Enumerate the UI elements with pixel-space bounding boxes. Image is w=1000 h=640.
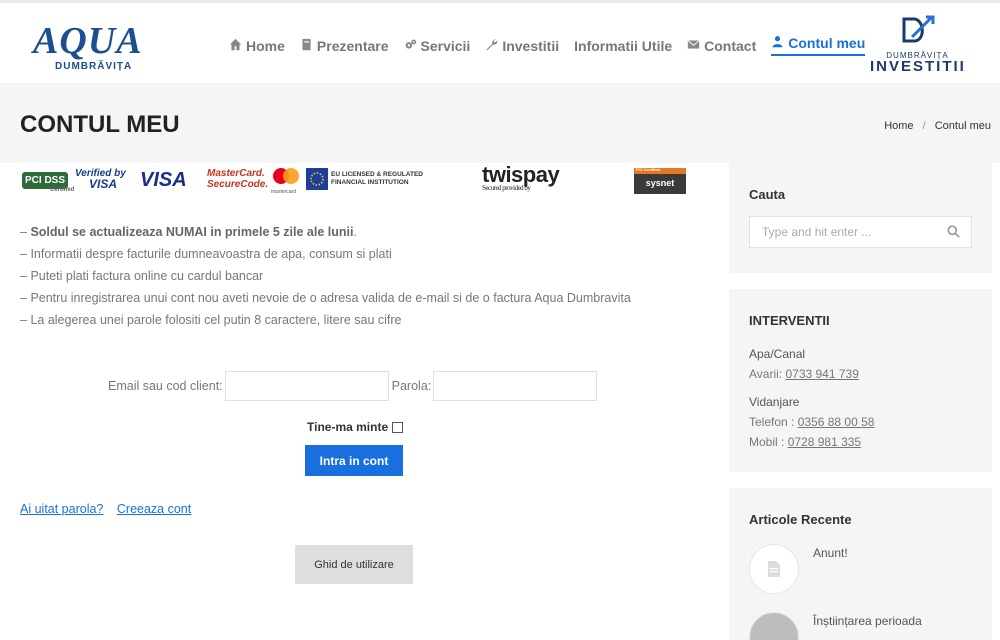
info-item: – Informatii despre facturile dumneavoas… bbox=[20, 247, 392, 261]
payment-logos: PCI DSS Certified Verified by VISA VISA … bbox=[20, 162, 690, 196]
article-title[interactable]: Înștiințarea perioada bbox=[813, 612, 922, 640]
main-content: PCI DSS Certified Verified by VISA VISA … bbox=[0, 162, 720, 640]
search-icon[interactable] bbox=[947, 225, 960, 238]
account-links: Ai uitat parola? Creeaza cont bbox=[20, 502, 201, 516]
nav-item-informatii-utile[interactable]: Informatii Utile bbox=[574, 35, 672, 56]
sysnet-logo: PCI Certified sysnet bbox=[634, 167, 686, 194]
password-field[interactable] bbox=[433, 371, 598, 401]
article-thumbnail bbox=[749, 612, 799, 640]
search-widget: Cauta Type and hit enter ... bbox=[729, 163, 992, 273]
nav-item-investitii[interactable]: Investitii bbox=[485, 35, 559, 56]
info-item: – Pentru inregistrarea unui cont nou ave… bbox=[20, 291, 631, 305]
avarii-line: Avarii: 0733 941 739 bbox=[749, 367, 859, 381]
nav-label: Contact bbox=[704, 37, 757, 54]
nav-item-servicii[interactable]: Servicii bbox=[404, 35, 471, 56]
document-icon bbox=[749, 544, 799, 594]
remember-label: Tine-ma minte bbox=[307, 420, 389, 434]
mobil-phone-link[interactable]: 0728 981 335 bbox=[788, 435, 861, 449]
page-title: CONTUL MEU bbox=[20, 111, 180, 138]
cogs-icon bbox=[404, 38, 417, 54]
eu-licensed-logo: EU LICENSED & REGULATED FINANCIAL INSTIT… bbox=[306, 168, 423, 190]
logo-subtext: DUMBRĂVIȚA bbox=[55, 61, 133, 72]
mastercard-securecode-logo: MasterCard. SecureCode. bbox=[207, 168, 269, 190]
search-title: Cauta bbox=[749, 187, 786, 202]
nav-item-contact[interactable]: Contact bbox=[687, 35, 756, 56]
info-item: – Puteti plati factura online cu cardul … bbox=[20, 269, 264, 283]
interventii-widget: INTERVENTII Apa/Canal Avarii: 0733 941 7… bbox=[729, 289, 992, 472]
breadcrumb-home[interactable]: Home bbox=[884, 120, 913, 132]
nav-item-home[interactable]: Home bbox=[229, 35, 285, 56]
breadcrumb-current: Contul meu bbox=[934, 120, 991, 132]
user-icon bbox=[771, 35, 784, 51]
nav-label: Investitii bbox=[502, 37, 560, 54]
article-title[interactable]: Anunt! bbox=[813, 544, 848, 594]
eu-flag-icon bbox=[306, 168, 328, 190]
email-field[interactable] bbox=[224, 371, 389, 401]
dumbravita-investitii-logo[interactable]: DUMBRĂVIȚA INVESTITII bbox=[870, 15, 965, 75]
telefon-line: Telefon : 0356 88 00 58 bbox=[749, 415, 875, 429]
mastercard-logo: mastercard bbox=[271, 166, 301, 195]
recent-articles-title: Articole Recente bbox=[749, 512, 852, 527]
remember-me[interactable]: Tine-ma minte bbox=[307, 420, 404, 434]
nav-item-prezentare[interactable]: Prezentare bbox=[300, 35, 389, 56]
recent-article[interactable]: Înștiințarea perioada bbox=[749, 612, 922, 640]
arrow-logo-icon bbox=[870, 15, 965, 51]
twispay-logo: twispay Secured provided by bbox=[482, 162, 560, 192]
avarii-phone-link[interactable]: 0733 941 739 bbox=[785, 367, 858, 381]
apa-canal-label: Apa/Canal bbox=[749, 347, 806, 361]
book-icon bbox=[300, 38, 313, 54]
site-header: AQUA DUMBRĂVIȚA Home Prezentare Servicii… bbox=[0, 3, 1000, 83]
info-item: – La alegerea unei parole folositi cel p… bbox=[20, 313, 402, 327]
login-button[interactable]: Intra in cont bbox=[305, 445, 403, 476]
nav-label: Home bbox=[246, 37, 285, 54]
info-item: – Soldul se actualizeaza NUMAI in primel… bbox=[20, 225, 357, 239]
pci-dss-logo: PCI DSS Certified bbox=[22, 170, 74, 193]
main-nav: Home Prezentare Servicii Investitii Info… bbox=[229, 35, 866, 56]
breadcrumb-separator: / bbox=[922, 120, 926, 132]
interventii-list: Apa/Canal Avarii: 0733 941 739 Vidanjare… bbox=[749, 344, 992, 452]
nav-label: Contul meu bbox=[788, 35, 866, 51]
envelope-icon bbox=[687, 38, 700, 54]
wrench-icon bbox=[485, 38, 498, 54]
home-icon bbox=[229, 38, 242, 54]
user-guide-button[interactable]: Ghid de utilizare bbox=[295, 545, 413, 584]
email-label: Email sau cod client: bbox=[108, 379, 223, 393]
create-account-link[interactable]: Creeaza cont bbox=[117, 502, 191, 516]
breadcrumb: Home / Contul meu bbox=[884, 120, 991, 132]
partner-big-text: INVESTITII bbox=[870, 58, 966, 75]
nav-label: Prezentare bbox=[316, 37, 389, 54]
telefon-phone-link[interactable]: 0356 88 00 58 bbox=[798, 415, 875, 429]
aqua-logo[interactable]: AQUA DUMBRĂVIȚA bbox=[33, 21, 153, 75]
page-title-bar: CONTUL MEU Home / Contul meu bbox=[0, 83, 1000, 163]
password-label: Parola: bbox=[391, 379, 432, 393]
login-form-row: Email sau cod client: Parola: bbox=[108, 371, 600, 401]
remember-checkbox[interactable] bbox=[392, 421, 404, 433]
nav-label: Servicii bbox=[420, 37, 471, 54]
visa-logo: VISA bbox=[140, 169, 187, 191]
search-input[interactable]: Type and hit enter ... bbox=[749, 216, 972, 248]
logo-text: AQUA bbox=[33, 20, 143, 62]
nav-label: Informatii Utile bbox=[574, 37, 673, 54]
info-list: – Soldul se actualizeaza NUMAI in primel… bbox=[20, 221, 631, 331]
interventii-title: INTERVENTII bbox=[749, 313, 830, 328]
mobil-line: Mobil : 0728 981 335 bbox=[749, 435, 862, 449]
nav-item-contul-meu[interactable]: Contul meu bbox=[771, 35, 866, 56]
vidanjare-label: Vidanjare bbox=[749, 395, 800, 409]
search-placeholder: Type and hit enter ... bbox=[762, 225, 872, 239]
recent-articles-widget: Articole Recente Anunt! Înștiințarea per… bbox=[729, 488, 992, 640]
recent-article[interactable]: Anunt! bbox=[749, 544, 848, 594]
forgot-password-link[interactable]: Ai uitat parola? bbox=[20, 502, 103, 516]
verified-by-visa-logo: Verified by VISA bbox=[75, 168, 126, 191]
